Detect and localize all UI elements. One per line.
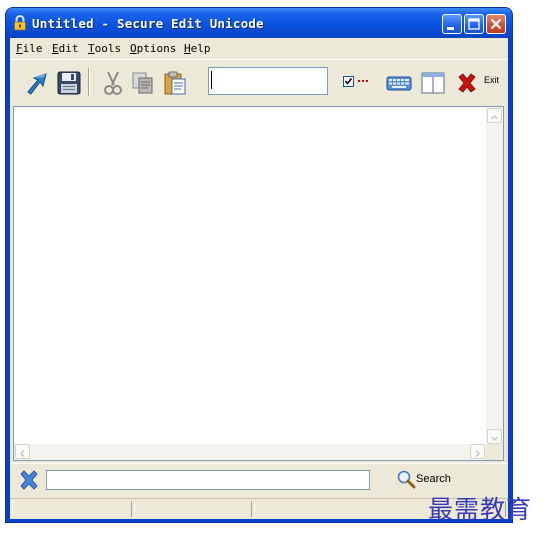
- close-icon: [490, 18, 502, 30]
- title-bar[interactable]: Untitled - Secure Edit Unicode: [6, 8, 512, 38]
- scroll-right-button[interactable]: [470, 444, 485, 459]
- menu-file[interactable]: File: [16, 42, 43, 55]
- menu-accel: T: [88, 42, 95, 55]
- save-icon[interactable]: [56, 70, 82, 96]
- search-button-label: Search: [416, 473, 451, 485]
- open-icon[interactable]: [24, 70, 50, 96]
- search-button[interactable]: Search: [394, 467, 470, 491]
- menu-accel: O: [130, 42, 137, 55]
- menu-label: elp: [190, 42, 211, 55]
- scroll-left-button[interactable]: [15, 444, 30, 459]
- app-window: Untitled - Secure Edit Unicode File Edit…: [6, 8, 512, 522]
- chevron-up-icon: [490, 114, 499, 120]
- copy-icon[interactable]: [130, 70, 156, 96]
- watermark-logo: 最需教育: [428, 495, 533, 524]
- menu-bar: File Edit Tools Options Help: [10, 38, 508, 58]
- exit-label[interactable]: Exit: [484, 75, 499, 85]
- text-caret: [211, 71, 212, 89]
- toolbar-separator: [88, 68, 90, 96]
- client-area: File Edit Tools Options Help Exit Search: [10, 38, 508, 519]
- window-icon[interactable]: [420, 70, 446, 96]
- close-button[interactable]: [486, 14, 506, 34]
- menu-accel: F: [16, 42, 23, 55]
- chevron-right-icon: [475, 449, 481, 458]
- password-field[interactable]: [208, 67, 328, 95]
- menu-label: dit: [58, 42, 79, 55]
- menu-label: ile: [22, 42, 43, 55]
- exit-icon[interactable]: [456, 72, 478, 94]
- vertical-scrollbar[interactable]: [486, 107, 503, 445]
- clear-search-icon[interactable]: [18, 469, 40, 491]
- scrollbar-corner: [486, 444, 503, 460]
- menu-label: ptions: [136, 42, 177, 55]
- menu-accel: E: [52, 42, 59, 55]
- toolbar: Exit: [10, 59, 508, 104]
- magnifier-icon: [397, 470, 416, 489]
- scroll-up-button[interactable]: [487, 108, 502, 123]
- window-title: Untitled - Secure Edit Unicode: [32, 16, 264, 31]
- maximize-icon: [468, 18, 480, 30]
- scroll-down-button[interactable]: [487, 429, 502, 444]
- show-password-checkbox[interactable]: [343, 76, 373, 88]
- menu-edit[interactable]: Edit: [52, 42, 79, 55]
- status-cell: [134, 501, 252, 517]
- maximize-button[interactable]: [464, 14, 484, 34]
- chevron-left-icon: [19, 449, 25, 458]
- menu-tools[interactable]: Tools: [88, 42, 121, 55]
- minimize-icon: [447, 27, 454, 30]
- lock-icon: [14, 15, 26, 31]
- horizontal-scrollbar[interactable]: [14, 444, 486, 460]
- paste-icon[interactable]: [162, 70, 188, 96]
- menu-help[interactable]: Help: [184, 42, 211, 55]
- cut-icon[interactable]: [100, 70, 126, 96]
- minimize-button[interactable]: [442, 14, 462, 34]
- text-editor[interactable]: [13, 106, 504, 461]
- menu-options[interactable]: Options: [130, 42, 176, 55]
- menu-accel: H: [184, 42, 191, 55]
- keyboard-icon[interactable]: [386, 70, 412, 96]
- status-cell: [12, 501, 132, 517]
- search-input[interactable]: [46, 470, 370, 490]
- menu-label: ools: [94, 42, 122, 55]
